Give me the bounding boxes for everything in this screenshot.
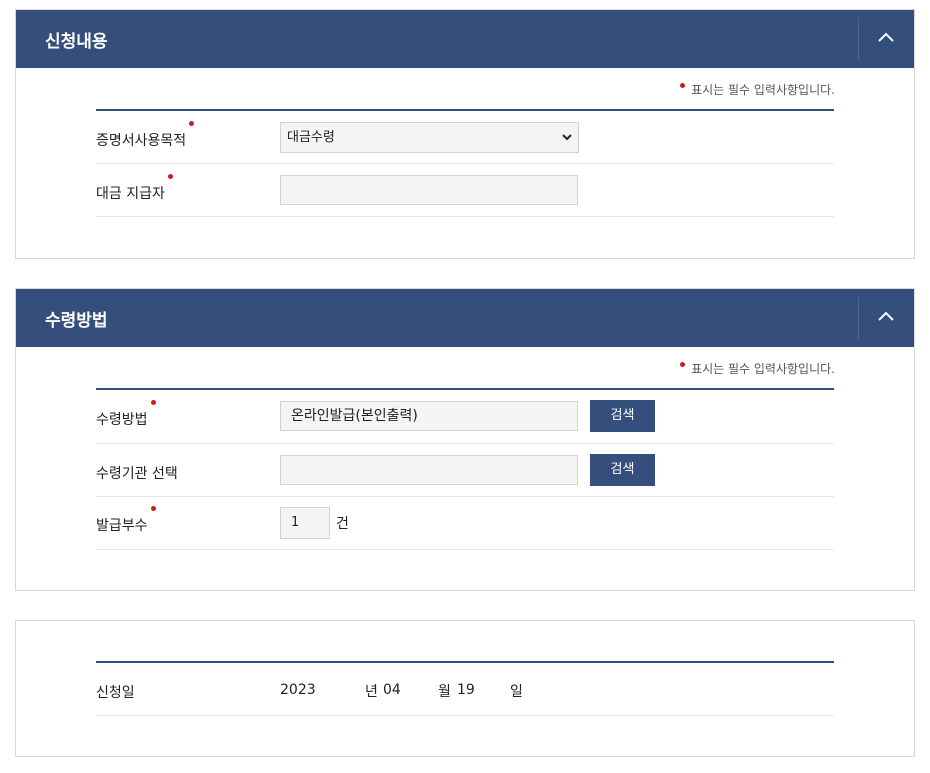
chevron-up-icon bbox=[878, 311, 894, 321]
copies-label: 발급부수 bbox=[96, 506, 156, 535]
agency-label: 수령기관 선택 bbox=[96, 466, 178, 482]
panel-title: 수령방법 bbox=[45, 311, 108, 331]
required-dot-icon bbox=[189, 121, 195, 126]
agency-input[interactable] bbox=[280, 455, 578, 485]
row-divider bbox=[96, 549, 834, 550]
row-divider bbox=[96, 216, 834, 217]
chevron-up-icon bbox=[878, 32, 894, 42]
month-value: 04 bbox=[383, 682, 401, 698]
table-top-border bbox=[96, 388, 834, 390]
panel-header: 수령방법 bbox=[16, 289, 914, 347]
row-divider bbox=[96, 163, 834, 164]
method-input[interactable]: 온라인발급(본인출력) bbox=[280, 401, 578, 431]
copies-unit: 건 bbox=[336, 516, 349, 532]
panel-header: 신청내용 bbox=[16, 10, 914, 68]
purpose-select[interactable]: 대금수령 bbox=[280, 122, 579, 153]
collapse-toggle-button[interactable] bbox=[858, 18, 914, 60]
panel-title: 신청내용 bbox=[45, 32, 108, 52]
payer-input[interactable] bbox=[280, 175, 578, 205]
row-divider bbox=[96, 496, 834, 497]
copies-input[interactable]: 1 bbox=[280, 507, 330, 539]
method-search-button[interactable]: 검색 bbox=[590, 400, 655, 432]
required-dot-icon bbox=[680, 362, 686, 367]
purpose-label: 증명서사용목적 bbox=[96, 121, 195, 150]
receipt-method-panel: 수령방법 표시는 필수 입력사항입니다. 수령방법 온라인발급(본인출력) 검색… bbox=[15, 288, 915, 591]
month-unit: 월 bbox=[438, 684, 451, 700]
application-content-panel: 신청내용 표시는 필수 입력사항입니다. 증명서사용목적 대금수령 대금 지급자 bbox=[15, 9, 915, 259]
row-divider bbox=[96, 715, 834, 716]
day-value: 19 bbox=[457, 682, 475, 698]
day-unit: 일 bbox=[510, 684, 523, 700]
required-note: 표시는 필수 입력사항입니다. bbox=[680, 360, 835, 377]
year-unit: 년 bbox=[365, 684, 378, 700]
row-divider bbox=[96, 443, 834, 444]
required-dot-icon bbox=[150, 506, 156, 511]
year-value: 2023 bbox=[280, 682, 316, 698]
collapse-toggle-button[interactable] bbox=[858, 297, 914, 339]
required-note: 표시는 필수 입력사항입니다. bbox=[680, 81, 835, 98]
date-label: 신청일 bbox=[96, 685, 135, 701]
payer-label: 대금 지급자 bbox=[96, 174, 173, 203]
method-label: 수령방법 bbox=[96, 400, 156, 429]
table-top-border bbox=[96, 109, 834, 111]
required-dot-icon bbox=[150, 400, 156, 405]
chevron-down-icon bbox=[562, 134, 572, 141]
table-top-border bbox=[96, 661, 834, 663]
agency-search-button[interactable]: 검색 bbox=[590, 454, 655, 486]
application-date-panel: 신청일 2023 년 04 월 19 일 bbox=[15, 620, 915, 757]
required-dot-icon bbox=[167, 174, 173, 179]
required-dot-icon bbox=[680, 83, 686, 88]
